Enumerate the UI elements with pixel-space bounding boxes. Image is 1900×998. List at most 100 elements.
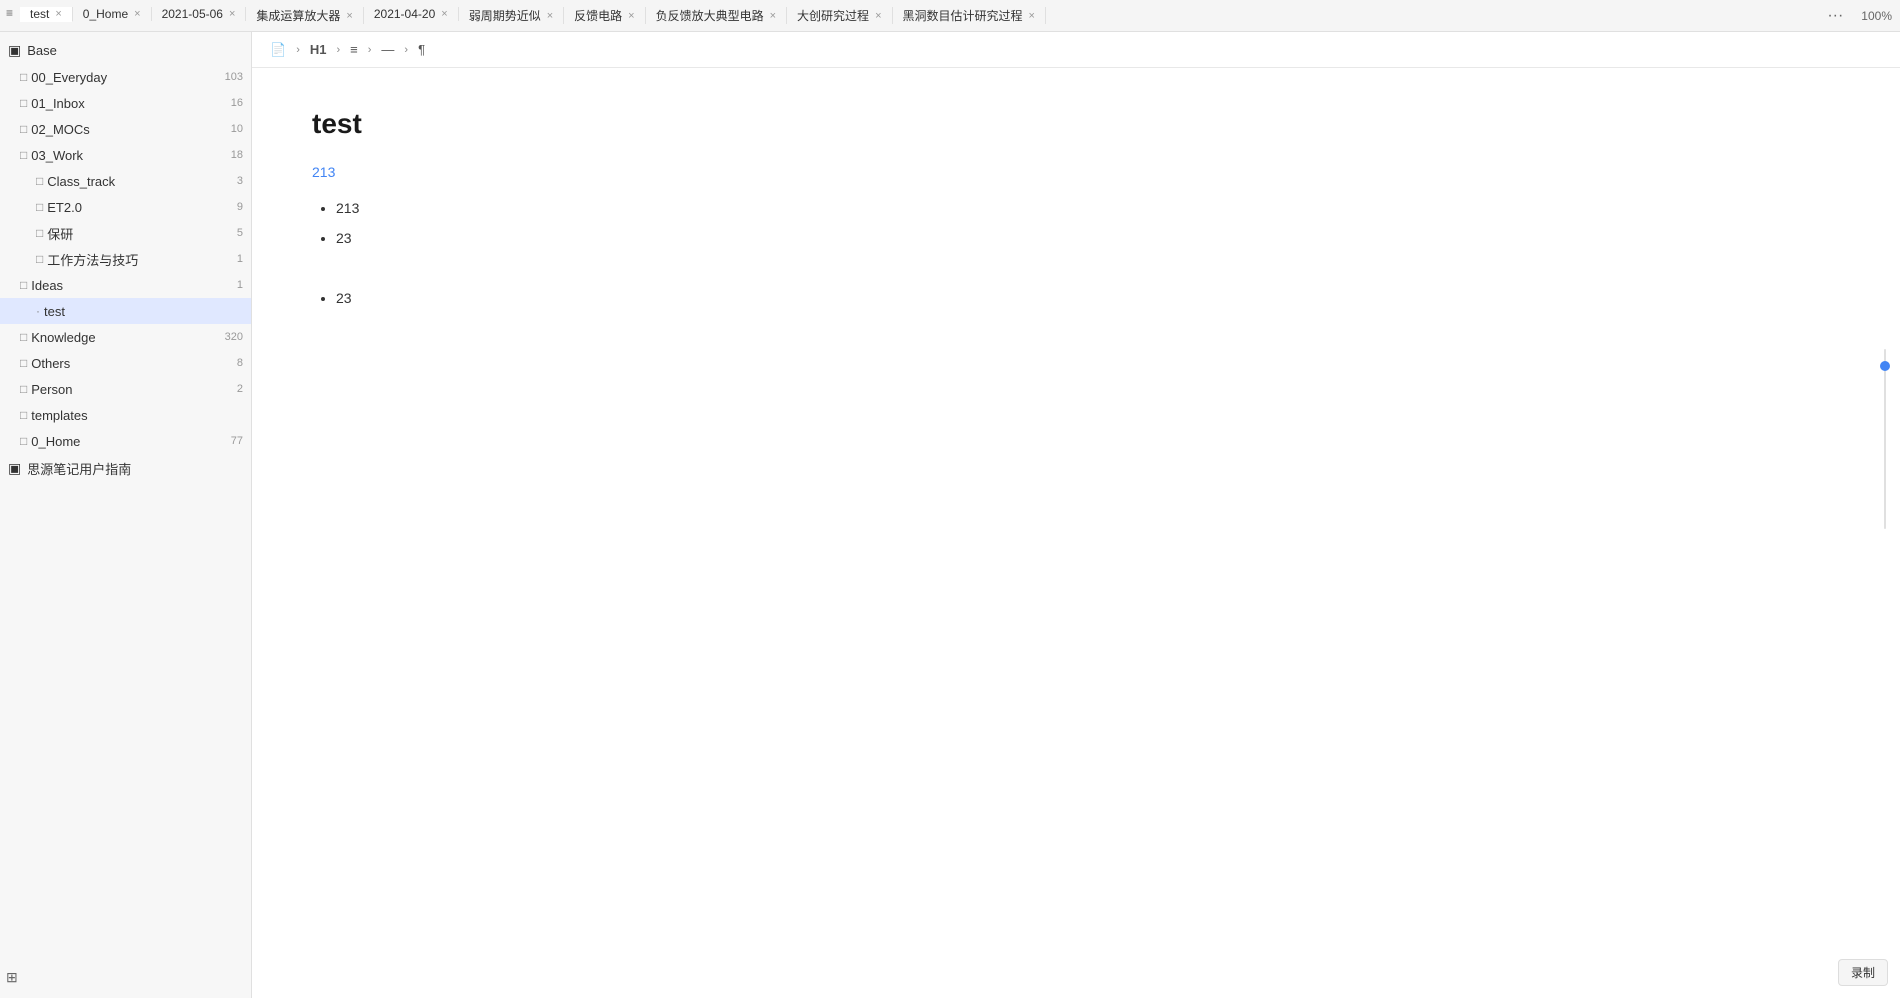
tab-label: 黑洞数目估计研究过程 — [903, 7, 1023, 24]
record-button[interactable]: 录制 — [1838, 959, 1888, 986]
tabs-container: test×0_Home×2021-05-06×集成运算放大器×2021-04-2… — [20, 7, 1817, 24]
item-count: 8 — [237, 357, 243, 369]
notebook-label: 思源笔记用户指南 — [27, 459, 131, 478]
tab-label: 2021-05-06 — [162, 7, 223, 21]
item-count: 5 — [237, 227, 243, 239]
item-label: Knowledge — [31, 330, 220, 345]
item-label: templates — [31, 408, 243, 423]
notebook-header-0[interactable]: ▣Base — [0, 36, 251, 64]
tab-0_Home[interactable]: 0_Home× — [73, 7, 152, 21]
chevron4: › — [404, 44, 408, 56]
sidebar-item-Class_track[interactable]: □Class_track3 — [0, 168, 251, 194]
main-layout: ▣Base□00_Everyday103□01_Inbox16□02_MOCs1… — [0, 32, 1900, 998]
item-label: 03_Work — [31, 148, 227, 163]
item-label: 01_Inbox — [31, 96, 227, 111]
item-folder-icon: □ — [20, 148, 27, 162]
item-folder-icon: □ — [36, 174, 43, 188]
item-count: 9 — [237, 201, 243, 213]
sidebar-item-03_Work[interactable]: □ 03_Work 18 — [0, 142, 251, 168]
tab-close-button[interactable]: × — [770, 10, 776, 22]
item-folder-icon: □ — [36, 200, 43, 214]
tab-test[interactable]: test × — [20, 7, 73, 22]
sidebar-item-templates[interactable]: □ templates — [0, 402, 251, 428]
tab-大创研究过程[interactable]: 大创研究过程 × — [787, 7, 892, 24]
editor-content[interactable]: test 213 21323 23 — [252, 68, 1900, 998]
dash-button[interactable]: — — [375, 39, 400, 60]
sidebar-content: ▣Base□00_Everyday103□01_Inbox16□02_MOCs1… — [0, 36, 251, 482]
sidebar-item-02_MOCs[interactable]: □02_MOCs10 — [0, 116, 251, 142]
notebook-icon: ▣ — [8, 42, 21, 59]
notebook-header-1[interactable]: ▣思源笔记用户指南 — [0, 454, 251, 482]
tab-label: 反馈电路 — [574, 7, 622, 24]
chevron2: › — [336, 44, 340, 56]
tab-close-button[interactable]: × — [875, 10, 881, 22]
item-label: test — [44, 304, 243, 319]
sidebar-item-工作方法与技巧[interactable]: □工作方法与技巧1 — [0, 246, 251, 272]
item-count: 10 — [231, 123, 243, 135]
tab-2021-05-06[interactable]: 2021-05-06 × — [152, 7, 247, 21]
h1-button[interactable]: H1 — [304, 39, 333, 60]
scroll-thumb — [1880, 361, 1890, 371]
chevron1: › — [296, 44, 300, 56]
item-label: 0_Home — [31, 434, 227, 449]
tab-close-button[interactable]: × — [547, 10, 553, 22]
scroll-indicator-container — [1884, 349, 1886, 549]
tab-close-button[interactable]: × — [441, 8, 447, 20]
tab-close-button[interactable]: × — [134, 8, 140, 20]
item-folder-icon: □ — [20, 434, 27, 448]
tab-label: test — [30, 7, 49, 21]
item-folder-icon: □ — [20, 330, 27, 344]
item-label: Person — [31, 382, 233, 397]
scroll-track — [1884, 349, 1886, 529]
tab-close-button[interactable]: × — [628, 10, 634, 22]
editor-list: 21323 23 — [336, 200, 1840, 306]
para-button[interactable]: ¶ — [412, 39, 431, 60]
tab-2021-04-20[interactable]: 2021-04-20× — [364, 7, 459, 21]
editor-toolbar: 📄 › H1 › ≡ › — › ¶ — [252, 32, 1900, 68]
item-folder-icon: □ — [20, 408, 27, 422]
item-folder-icon: □ — [20, 122, 27, 136]
sidebar-item-Ideas[interactable]: □Ideas1 — [0, 272, 251, 298]
sidebar-item-0_Home[interactable]: □0_Home77 — [0, 428, 251, 454]
item-count: 18 — [231, 149, 243, 161]
tab-反馈电路[interactable]: 反馈电路 × — [564, 7, 645, 24]
tab-弱周期势近似[interactable]: 弱周期势近似 × — [459, 7, 564, 24]
sidebar-item-active[interactable]: ·test — [0, 298, 251, 324]
tab-close-button[interactable]: × — [229, 8, 235, 20]
tab-close-button[interactable]: × — [1029, 10, 1035, 22]
sidebar-item-保研[interactable]: □保研5 — [0, 220, 251, 246]
list-item: 213 — [336, 200, 1840, 216]
item-count: 3 — [237, 175, 243, 187]
sidebar-item-Person[interactable]: □ Person 2 — [0, 376, 251, 402]
sidebar-item-Knowledge[interactable]: □ Knowledge 320 — [0, 324, 251, 350]
tab-集成运算放大器[interactable]: 集成运算放大器 × — [246, 7, 363, 24]
item-label: 工作方法与技巧 — [47, 250, 233, 269]
tab-label: 弱周期势近似 — [469, 7, 541, 24]
doc-icon-button[interactable]: 📄 — [264, 39, 292, 61]
zoom-label: 100% — [1853, 9, 1900, 23]
sidebar-item-00_Everyday[interactable]: □00_Everyday103 — [0, 64, 251, 90]
item-count: 2 — [237, 383, 243, 395]
item-folder-icon: □ — [20, 96, 27, 110]
tab-more-button[interactable]: ··· — [1817, 7, 1853, 25]
sidebar-toggle-icon[interactable]: ≡ — [6, 6, 13, 20]
tab-黑洞数目估计研究过程[interactable]: 黑洞数目估计研究过程 × — [893, 7, 1046, 24]
editor-link[interactable]: 213 — [312, 164, 1840, 180]
tab-label: 集成运算放大器 — [256, 7, 340, 24]
item-count: 320 — [225, 331, 243, 343]
tab-label: 大创研究过程 — [797, 7, 869, 24]
bottom-left-icon[interactable]: ⊞ — [6, 969, 18, 986]
list-button[interactable]: ≡ — [344, 39, 364, 60]
item-folder-icon: □ — [20, 70, 27, 84]
sidebar-item-01_Inbox[interactable]: □ 01_Inbox 16 — [0, 90, 251, 116]
tab-close-button[interactable]: × — [346, 10, 352, 22]
item-label: 保研 — [47, 224, 233, 243]
item-count: 16 — [231, 97, 243, 109]
editor-title: test — [312, 108, 1840, 140]
tab-close-button[interactable]: × — [55, 8, 61, 20]
tab-负反馈放大典型电路[interactable]: 负反馈放大典型电路× — [646, 7, 787, 24]
item-folder-icon: □ — [20, 382, 27, 396]
sidebar-item-ET2.0[interactable]: □ET2.09 — [0, 194, 251, 220]
chevron3: › — [368, 44, 372, 56]
sidebar-item-Others[interactable]: □Others8 — [0, 350, 251, 376]
